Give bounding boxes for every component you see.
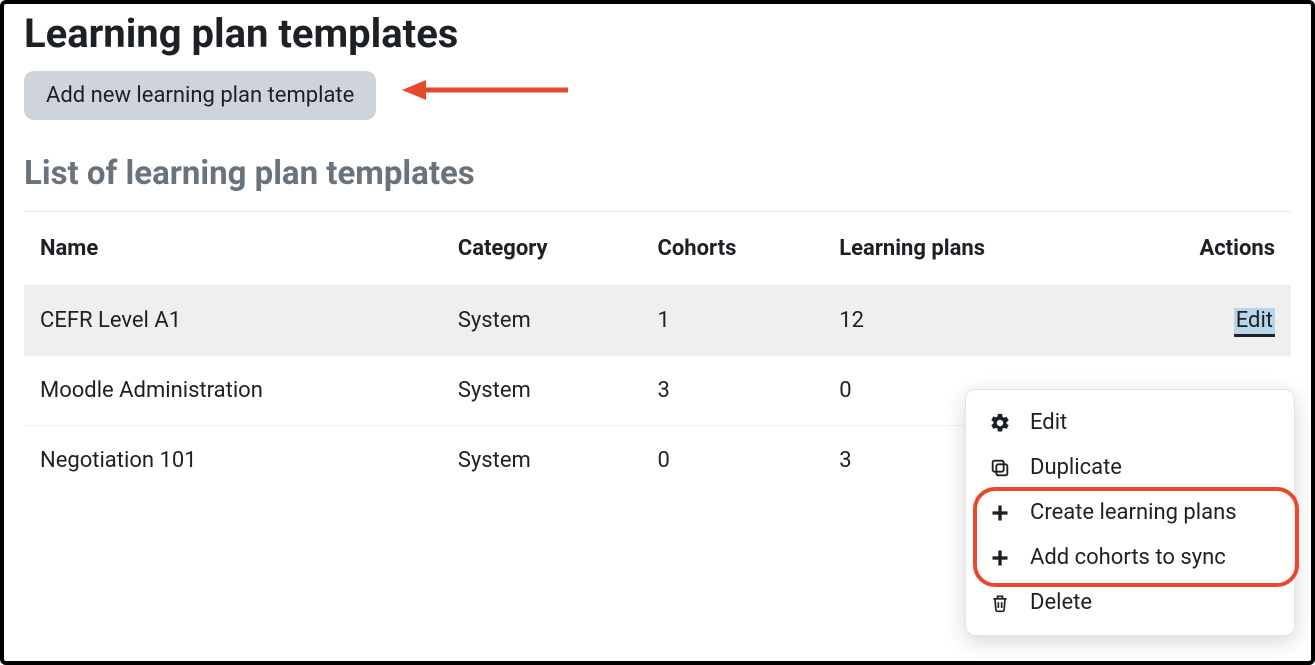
col-cohorts: Cohorts: [641, 212, 823, 286]
template-cohorts-link[interactable]: 0: [641, 426, 823, 496]
template-cohorts-link[interactable]: 1: [641, 286, 823, 356]
template-category: System: [442, 286, 642, 356]
copy-icon: [988, 457, 1012, 479]
col-name: Name: [24, 212, 442, 286]
plus-icon: [988, 503, 1012, 523]
template-category: System: [442, 356, 642, 426]
add-template-button[interactable]: Add new learning plan template: [24, 71, 376, 120]
col-category: Category: [442, 212, 642, 286]
col-actions: Actions: [1115, 212, 1291, 286]
dropdown-item-label: Delete: [1030, 590, 1092, 615]
dropdown-item-label: Edit: [1030, 410, 1067, 435]
dropdown-create-plans[interactable]: Create learning plans: [966, 490, 1294, 535]
dropdown-item-label: Create learning plans: [1030, 500, 1237, 525]
template-plans-link[interactable]: 12: [823, 286, 1114, 356]
plus-icon: [988, 548, 1012, 568]
dropdown-duplicate[interactable]: Duplicate: [966, 445, 1294, 490]
list-title: List of learning plan templates: [24, 154, 1291, 193]
table-header-row: Name Category Cohorts Learning plans Act…: [24, 212, 1291, 286]
gear-icon: [988, 412, 1012, 434]
actions-dropdown: Edit Duplicate Create learning plans Add…: [965, 389, 1295, 636]
table-row: CEFR Level A1 System 1 12 Edit: [24, 286, 1291, 356]
dropdown-add-cohorts[interactable]: Add cohorts to sync: [966, 535, 1294, 580]
template-name-link[interactable]: Negotiation 101: [24, 426, 442, 496]
template-name-link[interactable]: Moodle Administration: [24, 356, 442, 426]
trash-icon: [988, 592, 1012, 614]
template-category: System: [442, 426, 642, 496]
dropdown-item-label: Add cohorts to sync: [1030, 545, 1226, 570]
edit-action-link[interactable]: Edit: [1234, 308, 1275, 337]
template-name-link[interactable]: CEFR Level A1: [24, 286, 442, 356]
page-title: Learning plan templates: [24, 10, 1291, 57]
template-cohorts-link[interactable]: 3: [641, 356, 823, 426]
col-plans: Learning plans: [823, 212, 1114, 286]
annotation-arrow: [400, 75, 570, 105]
dropdown-delete[interactable]: Delete: [966, 580, 1294, 625]
dropdown-edit[interactable]: Edit: [966, 400, 1294, 445]
dropdown-item-label: Duplicate: [1030, 455, 1122, 480]
